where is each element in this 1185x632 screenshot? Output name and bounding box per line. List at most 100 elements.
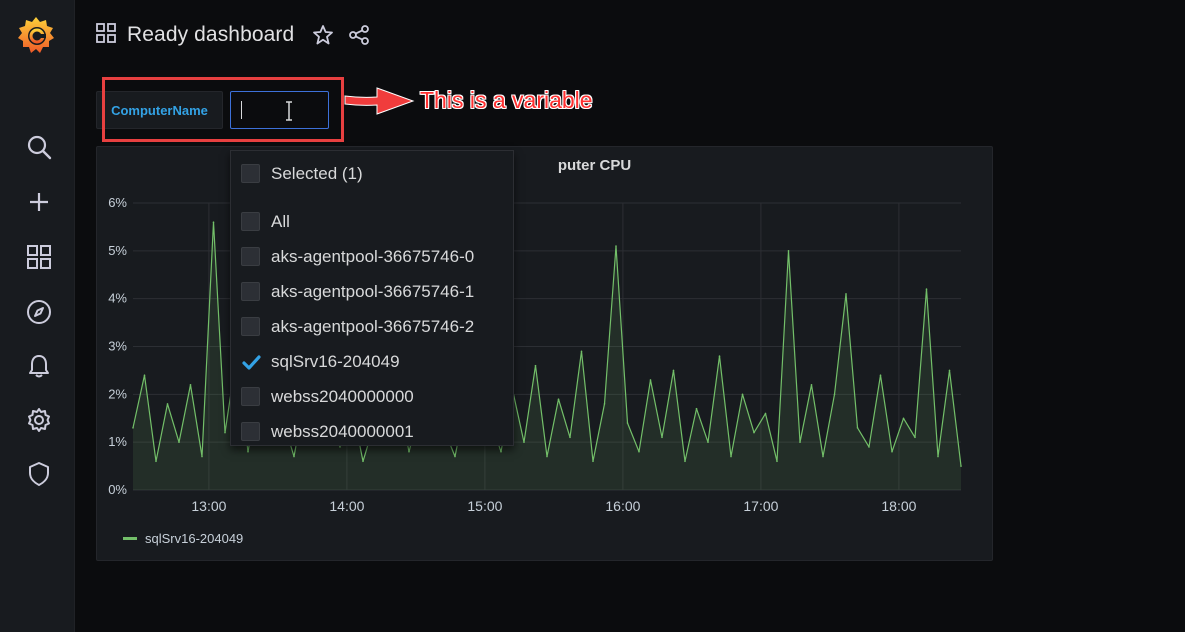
data-point xyxy=(546,455,548,458)
data-point xyxy=(833,393,836,396)
data-point xyxy=(753,431,755,434)
data-point xyxy=(189,383,192,386)
dropdown-option[interactable]: webss2040000001 xyxy=(231,414,513,449)
data-point xyxy=(166,403,169,405)
search-icon[interactable] xyxy=(22,130,56,164)
data-point xyxy=(937,455,939,458)
shield-icon[interactable] xyxy=(22,457,56,491)
data-point xyxy=(822,455,824,458)
y-tick-label: 6% xyxy=(108,195,127,210)
y-tick-label: 3% xyxy=(108,339,127,354)
legend-swatch xyxy=(123,537,137,540)
data-point xyxy=(143,374,146,376)
data-point xyxy=(500,450,502,453)
data-point xyxy=(730,455,732,458)
dropdown-option[interactable]: aks-agentpool-36675746-1 xyxy=(231,274,513,309)
checkbox-icon[interactable] xyxy=(241,247,260,266)
chart-legend[interactable]: sqlSrv16-204049 xyxy=(123,531,243,546)
dashboard-header: Ready dashboard xyxy=(95,20,370,50)
annotation-highlight-box xyxy=(102,77,344,142)
data-point xyxy=(454,455,456,458)
data-point xyxy=(178,441,180,443)
dashboard-grid-icon xyxy=(95,22,117,49)
data-point xyxy=(408,450,410,453)
data-point xyxy=(948,369,951,372)
star-icon[interactable] xyxy=(312,24,334,46)
data-point xyxy=(707,441,709,443)
data-point xyxy=(615,245,617,247)
data-point xyxy=(787,250,790,252)
x-tick-label: 17:00 xyxy=(743,498,778,514)
legend-label: sqlSrv16-204049 xyxy=(145,531,244,546)
data-point xyxy=(741,393,744,396)
dropdown-option[interactable]: aks-agentpool-36675746-0 xyxy=(231,239,513,274)
dropdown-option[interactable]: aks-agentpool-36675746-2 xyxy=(231,309,513,344)
data-point xyxy=(776,460,778,463)
x-tick-label: 14:00 xyxy=(329,498,364,514)
checkbox-icon[interactable] xyxy=(241,212,260,231)
data-point xyxy=(155,460,157,463)
x-tick-label: 16:00 xyxy=(605,498,640,514)
data-point xyxy=(891,450,893,453)
checkbox-icon[interactable] xyxy=(241,387,260,406)
dropdown-option-label: aks-agentpool-36675746-1 xyxy=(271,281,475,301)
dashboards-icon[interactable] xyxy=(22,240,56,274)
data-point xyxy=(856,427,859,429)
data-point xyxy=(695,407,698,410)
data-point xyxy=(638,450,640,453)
dropdown-option-label: sqlSrv16-204049 xyxy=(271,351,400,371)
data-point xyxy=(649,379,652,381)
dropdown-option[interactable]: sqlSrv16-204049 xyxy=(231,344,513,379)
y-tick-label: 0% xyxy=(108,482,127,497)
checkbox-icon xyxy=(241,164,260,183)
data-point xyxy=(925,288,928,290)
y-tick-label: 5% xyxy=(108,243,127,258)
data-point xyxy=(201,455,203,458)
data-point xyxy=(879,374,882,376)
data-point xyxy=(603,403,606,405)
data-point xyxy=(592,460,594,463)
dropdown-option-label: All xyxy=(271,211,290,231)
data-point xyxy=(523,441,525,443)
data-point xyxy=(293,455,295,458)
grafana-logo-icon[interactable] xyxy=(16,14,56,56)
data-point xyxy=(672,369,675,372)
plus-icon[interactable] xyxy=(22,185,56,219)
dropdown-option-label: aks-agentpool-36675746-0 xyxy=(271,246,475,266)
checkbox-icon[interactable] xyxy=(241,317,260,336)
checkbox-icon[interactable] xyxy=(241,422,260,441)
data-point xyxy=(557,398,560,400)
dropdown-option-label: webss2040000001 xyxy=(271,421,414,441)
data-point xyxy=(845,293,847,295)
dropdown-option[interactable]: webss2040000000 xyxy=(231,379,513,414)
data-point xyxy=(534,364,537,367)
data-point xyxy=(362,460,364,463)
data-point xyxy=(868,446,870,448)
dropdown-selected-header[interactable]: Selected (1) xyxy=(231,156,513,191)
data-point xyxy=(764,412,767,415)
y-tick-label: 4% xyxy=(108,291,127,306)
data-point xyxy=(212,221,215,223)
data-point xyxy=(684,460,686,463)
share-icon[interactable] xyxy=(348,24,370,46)
variable-options-dropdown: Selected (1) All aks-agentpool-36675746-0… xyxy=(230,150,514,446)
data-point xyxy=(569,436,571,439)
dropdown-option[interactable]: All xyxy=(231,204,513,239)
data-point xyxy=(810,383,813,386)
data-point xyxy=(132,427,134,429)
annotation-arrow-icon xyxy=(343,84,415,123)
data-point xyxy=(247,450,249,453)
settings-gear-icon[interactable] xyxy=(22,403,56,437)
explore-compass-icon[interactable] xyxy=(22,295,56,329)
y-tick-label: 1% xyxy=(108,434,127,449)
alerting-bell-icon[interactable] xyxy=(22,349,56,383)
dashboard-title[interactable]: Ready dashboard xyxy=(127,23,294,47)
checkbox-checked-icon[interactable] xyxy=(241,352,261,371)
data-point xyxy=(718,355,721,357)
data-point xyxy=(580,350,583,353)
data-point xyxy=(914,436,916,439)
data-point xyxy=(902,417,905,420)
checkbox-icon[interactable] xyxy=(241,282,260,301)
data-point xyxy=(626,422,629,424)
x-tick-label: 18:00 xyxy=(881,498,916,514)
